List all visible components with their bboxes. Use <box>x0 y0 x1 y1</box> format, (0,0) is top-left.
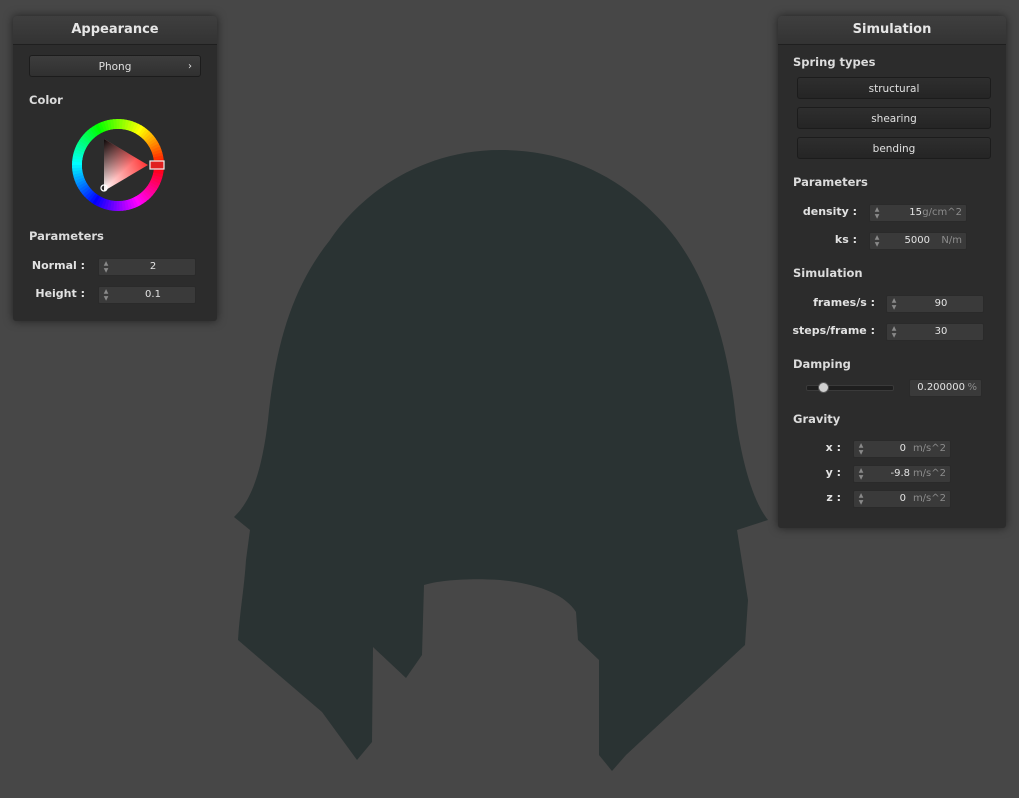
spinner-icon[interactable]: ▲ ▼ <box>874 234 880 248</box>
gravity-y-label: y : <box>825 466 841 479</box>
cloth-mesh[interactable] <box>234 150 768 771</box>
damping-slider-handle[interactable] <box>818 382 830 393</box>
shader-label: Phong <box>98 61 132 73</box>
gravity-z-input[interactable]: ▲ ▼ 0 m/s^2 <box>853 490 951 508</box>
damping-input[interactable]: 0.200000 % <box>909 379 982 397</box>
height-input[interactable]: ▲ ▼ 0.1 <box>98 286 196 304</box>
density-label: density : <box>802 205 857 218</box>
bending-button[interactable]: bending <box>797 137 991 159</box>
damping-label: Damping <box>793 357 851 371</box>
gravity-x-input[interactable]: ▲ ▼ 0 m/s^2 <box>853 440 951 458</box>
color-section-label: Color <box>29 93 63 107</box>
gravity-z-label: z : <box>826 491 841 504</box>
normal-label: Normal : <box>31 259 85 272</box>
spinner-icon[interactable]: ▲ ▼ <box>874 206 880 220</box>
spinner-icon[interactable]: ▲ ▼ <box>858 442 864 456</box>
height-label: Height : <box>35 287 85 300</box>
hue-marker[interactable] <box>149 160 165 170</box>
structural-button[interactable]: structural <box>797 77 991 99</box>
shearing-button[interactable]: shearing <box>797 107 991 129</box>
spinner-icon[interactable]: ▲ ▼ <box>103 260 109 274</box>
gravity-label: Gravity <box>793 412 841 426</box>
appearance-title: Appearance <box>13 16 217 45</box>
spinner-icon[interactable]: ▲ ▼ <box>858 492 864 506</box>
appearance-panel: Appearance Phong › Color Parameters Norm… <box>13 16 217 321</box>
steps-label: steps/frame : <box>792 324 876 337</box>
gravity-x-label: x : <box>825 441 841 454</box>
steps-input[interactable]: ▲ ▼ 30 <box>886 323 984 341</box>
density-input[interactable]: ▲ ▼ 15 g/cm^2 <box>869 204 967 222</box>
gravity-y-input[interactable]: ▲ ▼ -9.8 m/s^2 <box>853 465 951 483</box>
spinner-icon[interactable]: ▲ ▼ <box>858 467 864 481</box>
spinner-icon[interactable]: ▲ ▼ <box>891 325 897 339</box>
shader-select-button[interactable]: Phong › <box>29 55 201 77</box>
chevron-right-icon: › <box>188 61 192 72</box>
spring-types-label: Spring types <box>793 55 876 69</box>
color-wheel[interactable] <box>70 117 166 213</box>
fps-input[interactable]: ▲ ▼ 90 <box>886 295 984 313</box>
normal-input[interactable]: ▲ ▼ 2 <box>98 258 196 276</box>
fps-label: frames/s : <box>813 296 875 309</box>
ks-input[interactable]: ▲ ▼ 5000 N/m <box>869 232 967 250</box>
simulation-section-label: Simulation <box>793 266 863 280</box>
appearance-parameters-label: Parameters <box>29 229 104 243</box>
simulation-panel: Simulation Spring types structural shear… <box>778 16 1006 528</box>
simulation-title: Simulation <box>778 16 1006 45</box>
sim-parameters-label: Parameters <box>793 175 868 189</box>
ks-label: ks : <box>834 233 857 246</box>
spinner-icon[interactable]: ▲ ▼ <box>891 297 897 311</box>
spinner-icon[interactable]: ▲ ▼ <box>103 288 109 302</box>
